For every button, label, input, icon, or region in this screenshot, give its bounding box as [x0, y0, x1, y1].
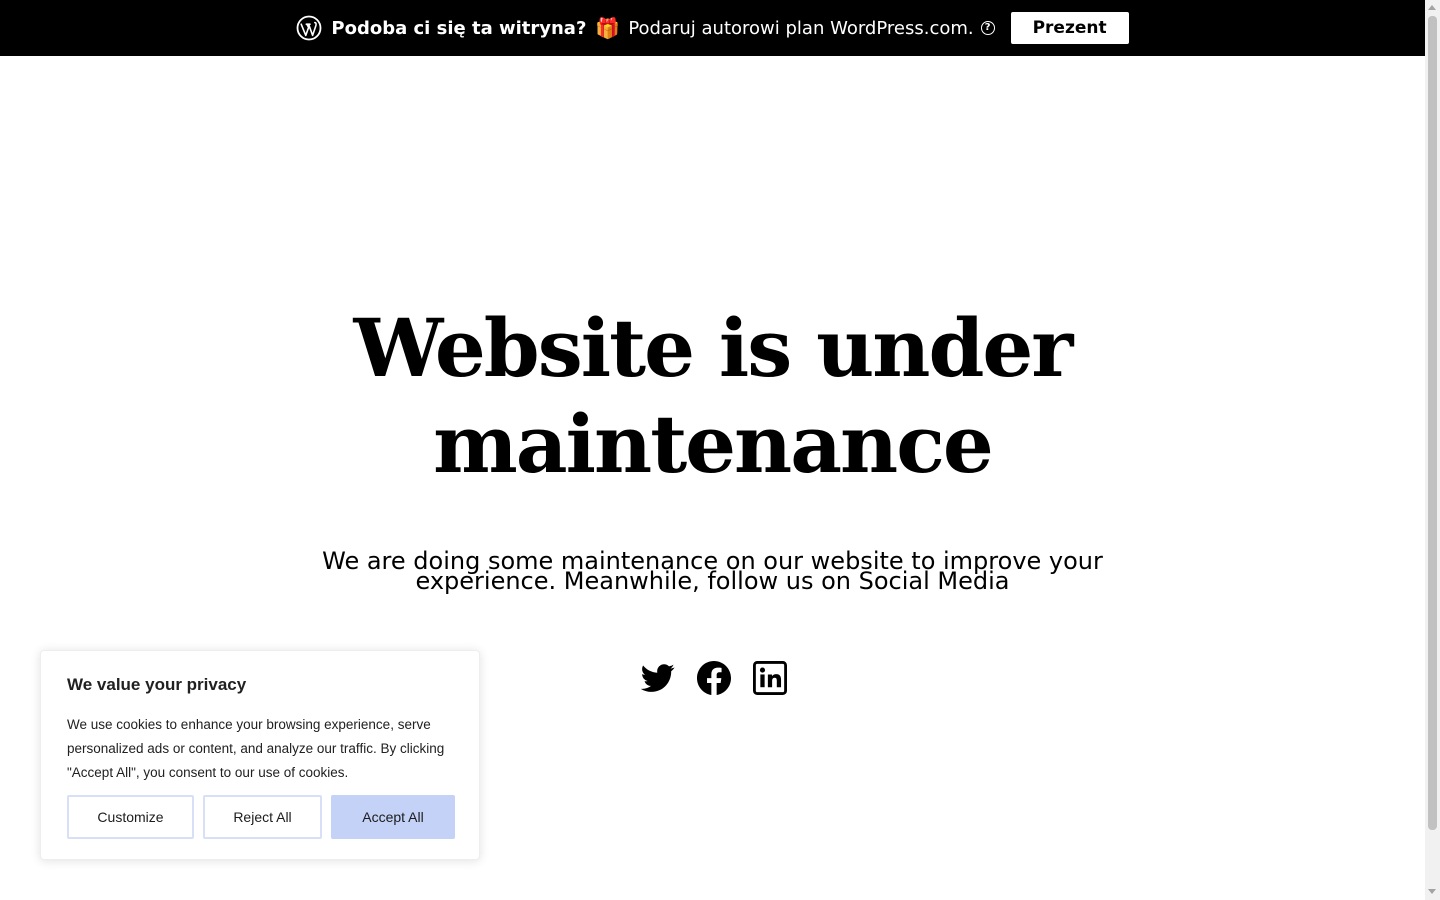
twitter-link[interactable] [641, 661, 675, 695]
cookie-description: We use cookies to enhance your browsing … [67, 717, 445, 780]
wordpress-logo-icon [296, 15, 322, 41]
scroll-up-arrow-icon[interactable] [1428, 5, 1436, 10]
page-title: Website is under maintenance [0, 300, 1425, 492]
customize-button[interactable]: Customize [67, 795, 194, 839]
vertical-scrollbar[interactable] [1425, 0, 1440, 900]
scroll-down-arrow-icon[interactable] [1428, 889, 1436, 894]
scrollbar-thumb[interactable] [1428, 16, 1437, 830]
reject-all-button[interactable]: Reject All [203, 795, 322, 839]
linkedin-icon [753, 661, 787, 695]
banner-question: Podoba ci się ta witryna? [331, 17, 587, 39]
prezent-button[interactable]: Prezent [1010, 12, 1129, 44]
facebook-link[interactable] [697, 661, 731, 695]
page-title-line-2: maintenance [433, 397, 994, 491]
page-title-line-1: Website is under [353, 301, 1074, 395]
twitter-icon [641, 664, 675, 692]
cookie-consent-panel: We value your privacy We use cookies to … [40, 650, 480, 860]
wordpress-promo-banner: Podoba ci się ta witryna? 🎁 Podaruj auto… [0, 0, 1425, 56]
banner-offer-text: Podaruj autorowi plan WordPress.com. [628, 17, 974, 39]
gift-icon: 🎁 [595, 16, 621, 40]
facebook-icon [697, 661, 731, 695]
cookie-title: We value your privacy [67, 675, 247, 694]
linkedin-link[interactable] [753, 661, 787, 695]
cookie-actions: Customize Reject All Accept All [67, 795, 455, 839]
page: Podoba ci się ta witryna? 🎁 Podaruj auto… [0, 0, 1425, 900]
accept-all-button[interactable]: Accept All [331, 795, 455, 839]
maintenance-message: We are doing some maintenance on our web… [322, 547, 1103, 595]
social-links [641, 661, 787, 695]
help-icon[interactable]: ? [980, 21, 995, 35]
